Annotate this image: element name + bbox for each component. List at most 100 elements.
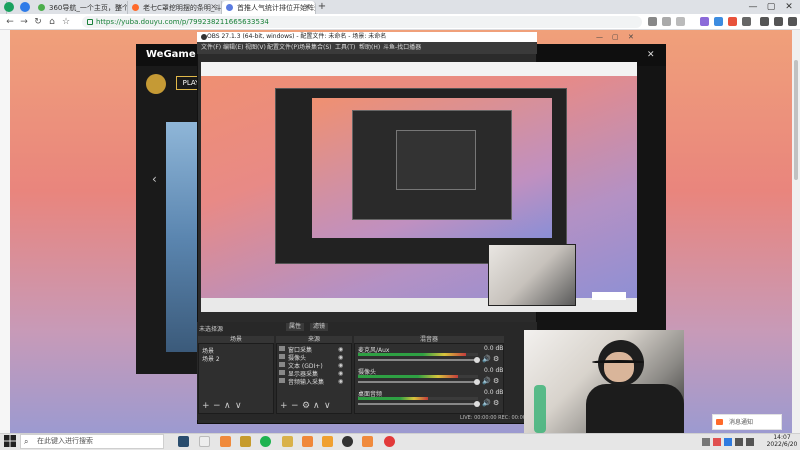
volume-slider[interactable] [358, 381, 478, 383]
league-icon[interactable] [240, 436, 251, 447]
clock-date: 2022/6/20 [766, 441, 798, 448]
new-tab-button[interactable]: + [316, 1, 328, 12]
steam-icon[interactable] [178, 436, 189, 447]
gear-icon[interactable]: ⚙ [493, 399, 499, 407]
move-source-up-button[interactable]: ∧ [313, 401, 320, 411]
properties-button[interactable]: 属性 [286, 323, 304, 331]
chevron-left-icon[interactable]: ‹ [152, 172, 157, 186]
url-input[interactable]: https://yuba.douyu.com/p/799238211665633… [82, 16, 642, 28]
add-source-button[interactable]: + [280, 401, 288, 411]
move-source-down-button[interactable]: ∨ [324, 401, 331, 411]
bookmark-star-icon[interactable]: ☆ [60, 16, 72, 28]
scrollbar-thumb[interactable] [794, 60, 798, 180]
obs-titlebar: OBS 27.1.3 (64-bit, windows) - 配置文件: 未命名… [197, 32, 537, 42]
obs-maximize-button[interactable]: ▢ [612, 33, 619, 41]
close-window-button[interactable]: ✕ [780, 0, 798, 14]
apps-grid-icon[interactable] [742, 17, 751, 26]
volume-slider-knob[interactable] [474, 379, 480, 385]
preview-notice-image [592, 292, 626, 300]
obs-minimize-button[interactable]: — [596, 33, 603, 41]
volume-meter-level [358, 375, 458, 378]
close-tab-icon[interactable]: × [304, 2, 311, 11]
obs-menubar: 文件(F) 编辑(E) 视图(V) 配置文件(P) 场景集合(S) 工具(T) … [197, 42, 537, 54]
download-icon[interactable] [760, 17, 769, 26]
speaker-icon[interactable]: 🔊 [482, 355, 491, 363]
secure-browser-icon[interactable] [20, 2, 30, 12]
tray-app-icon[interactable] [724, 438, 732, 446]
obs-close-button[interactable]: ✕ [628, 33, 634, 41]
minimize-button[interactable]: — [744, 0, 762, 14]
menu-edit[interactable]: 编辑(E) [223, 42, 243, 54]
browser-360-icon[interactable] [260, 436, 271, 447]
search-icon: ⌕ [24, 437, 29, 446]
windows-start-icon[interactable] [4, 435, 16, 447]
tray-app-icon[interactable] [713, 438, 721, 446]
scenes-header: 场景 [198, 336, 274, 344]
back-icon[interactable]: ← [4, 16, 16, 28]
speaker-icon[interactable]: 🔊 [482, 399, 491, 407]
scene-item[interactable]: 场景 2 [202, 354, 220, 363]
preview-nested-obs-deep [396, 130, 476, 190]
taskbar-search-input[interactable]: 在此键入进行搜索 [20, 434, 164, 449]
maximize-button[interactable]: ▢ [762, 0, 780, 14]
extension-icon[interactable] [700, 17, 709, 26]
source-item[interactable]: 音频输入采集 [288, 377, 324, 386]
lock-icon [87, 19, 93, 25]
move-scene-up-button[interactable]: ∧ [224, 401, 231, 411]
taskbar-clock[interactable]: 14:07 2022/6/20 [764, 434, 800, 448]
favicon-icon [38, 4, 45, 11]
lightning-icon[interactable] [648, 17, 657, 26]
monitor-icon [279, 370, 285, 375]
tab-douyu-active[interactable]: 首推人气统计排位开始阵型 × [222, 1, 316, 14]
obs-icon[interactable] [342, 436, 353, 447]
close-tab-icon[interactable]: × [116, 2, 123, 11]
league-logo-icon[interactable] [146, 74, 166, 94]
record-icon[interactable] [384, 436, 395, 447]
extension-icon[interactable] [714, 17, 723, 26]
taskview-icon[interactable] [199, 436, 210, 447]
filters-button[interactable]: 滤镜 [310, 323, 328, 331]
home-icon[interactable]: ⌂ [46, 16, 58, 28]
volume-slider-knob[interactable] [474, 401, 480, 407]
network-icon[interactable] [735, 438, 743, 446]
gear-icon[interactable]: ⚙ [493, 377, 499, 385]
favicon-icon [226, 4, 233, 11]
folder-icon[interactable] [322, 436, 333, 447]
menu-douyu-plugin[interactable]: 斗鱼-找口播器 [383, 42, 421, 54]
speaker-icon[interactable]: 🔊 [482, 377, 491, 385]
obs-logo-icon [201, 34, 207, 40]
menu-file[interactable]: 文件(F) [201, 42, 221, 54]
volume-slider-knob[interactable] [474, 357, 480, 363]
visibility-eye-icon[interactable]: ◉ ◉ ◉ ◉ ◉ [338, 346, 343, 386]
app-icon[interactable] [302, 436, 313, 447]
wegame-icon[interactable] [282, 436, 293, 447]
remove-scene-button[interactable]: − [213, 401, 221, 411]
volume-slider[interactable] [358, 359, 478, 361]
menu-dots-icon[interactable] [662, 17, 671, 26]
menu-help[interactable]: 帮助(H) [359, 42, 380, 54]
menu-scene-collection[interactable]: 场景集合(S) [299, 42, 332, 54]
volume-slider[interactable] [358, 403, 478, 405]
remove-source-button[interactable]: − [291, 401, 299, 411]
undo-icon[interactable] [774, 17, 783, 26]
source-settings-gear-icon[interactable]: ⚙ [302, 401, 310, 411]
menu-view[interactable]: 视图(V) [245, 42, 266, 54]
chevron-down-icon[interactable] [676, 17, 685, 26]
move-scene-down-button[interactable]: ∨ [235, 401, 242, 411]
add-scene-button[interactable]: + [202, 401, 210, 411]
tab-douyu-1[interactable]: 老七C罩挖明摆的条明_斗鱼分 × [128, 1, 222, 14]
douyu-icon[interactable] [362, 436, 373, 447]
gear-icon[interactable]: ⚙ [493, 355, 499, 363]
menu-icon[interactable] [788, 17, 797, 26]
forward-icon[interactable]: → [18, 16, 30, 28]
app-icon[interactable] [220, 436, 231, 447]
menu-tools[interactable]: 工具(T) [335, 42, 355, 54]
volume-icon[interactable] [746, 438, 754, 446]
close-tab-icon[interactable]: × [210, 2, 217, 11]
tray-chevron-icon[interactable] [702, 438, 710, 446]
menu-profile[interactable]: 配置文件(P) [267, 42, 299, 54]
tab-360-nav[interactable]: 360导航_一个主页，整个世界 × [34, 1, 128, 14]
extension-icon[interactable] [728, 17, 737, 26]
close-icon[interactable]: ✕ [647, 50, 655, 60]
reload-icon[interactable]: ↻ [32, 16, 44, 28]
